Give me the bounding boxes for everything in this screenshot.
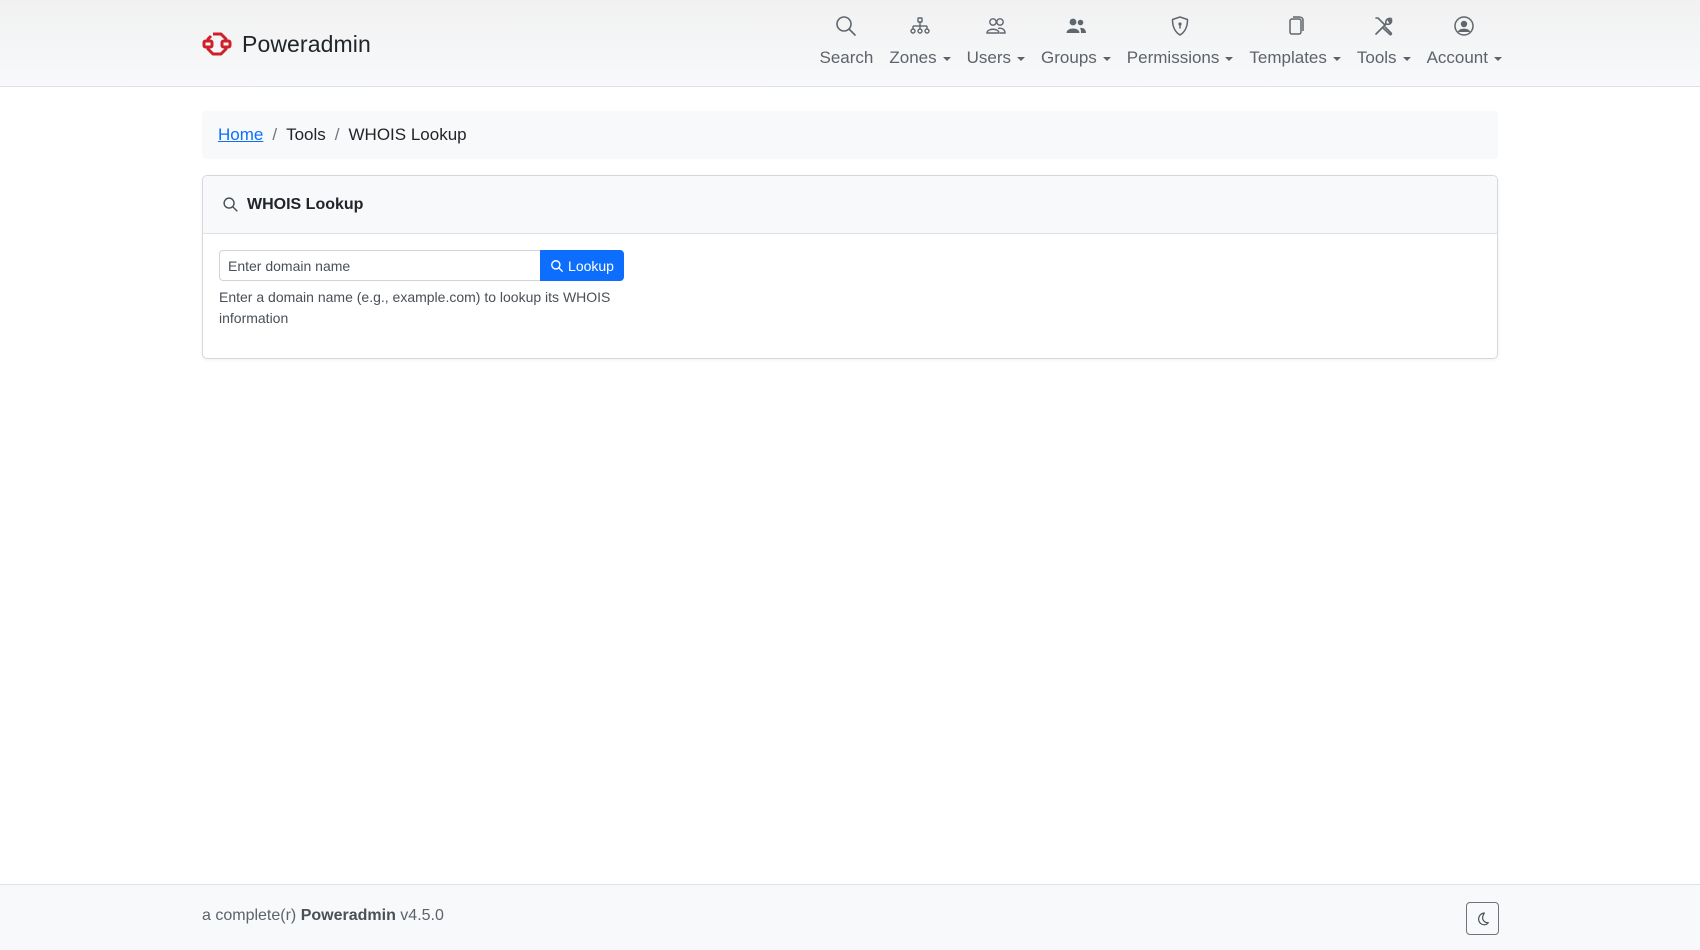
nav-search[interactable]: Search	[812, 14, 882, 68]
users-icon	[986, 18, 1006, 34]
caret-down-icon	[1225, 57, 1234, 61]
card-header: WHOIS Lookup	[203, 176, 1497, 234]
nav-users-label: Users	[966, 48, 1012, 67]
templates-icon	[1289, 16, 1304, 35]
footer-version: v4.5.0	[400, 907, 444, 924]
help-text: Enter a domain name (e.g., example.com) …	[219, 289, 611, 326]
footer-text: a complete(r) Poweradmin v4.5.0	[202, 907, 444, 925]
nav-search-label: Search	[819, 48, 874, 67]
brand-link[interactable]: Poweradmin	[202, 26, 371, 62]
search-icon	[551, 259, 563, 272]
nav-account[interactable]: Account	[1419, 14, 1510, 68]
lookup-button-label: Lookup	[568, 257, 614, 274]
footer: a complete(r) Poweradmin v4.5.0	[0, 884, 1700, 950]
theme-toggle-button[interactable]	[1466, 902, 1499, 935]
breadcrumb-separator: /	[334, 125, 340, 144]
nav-account-label: Account	[1426, 48, 1488, 67]
zones-icon	[910, 17, 930, 34]
breadcrumb: Home / Tools / WHOIS Lookup	[202, 111, 1498, 159]
tools-icon	[1374, 17, 1393, 36]
breadcrumb-current: WHOIS Lookup	[348, 125, 467, 144]
brand-name: Poweradmin	[242, 30, 371, 57]
footer-prefix: a complete(r)	[202, 907, 297, 924]
main-nav: Search Zones Users Groups Permissions Te…	[812, 14, 1510, 68]
nav-tools-label: Tools	[1356, 48, 1397, 67]
shield-icon	[1171, 16, 1189, 36]
top-navbar: Poweradmin Search Zones Users Groups Per…	[0, 0, 1700, 87]
search-icon	[836, 16, 857, 36]
nav-tools[interactable]: Tools	[1349, 14, 1419, 68]
caret-down-icon	[1102, 57, 1111, 61]
domain-name-input[interactable]	[219, 250, 540, 281]
lookup-input-group: Lookup	[219, 250, 624, 281]
nav-zones[interactable]: Zones	[881, 14, 958, 68]
search-icon	[223, 197, 238, 212]
account-icon	[1454, 16, 1475, 36]
nav-templates[interactable]: Templates	[1241, 14, 1348, 68]
groups-icon	[1066, 18, 1086, 33]
nav-groups[interactable]: Groups	[1033, 14, 1119, 68]
caret-down-icon	[1017, 57, 1026, 61]
nav-groups-label: Groups	[1041, 48, 1097, 67]
breadcrumb-tools: Tools	[286, 125, 326, 144]
caret-down-icon	[1494, 57, 1502, 61]
nav-zones-label: Zones	[889, 48, 937, 67]
card-body: Lookup Enter a domain name (e.g., exampl…	[203, 234, 1497, 345]
card-title: WHOIS Lookup	[247, 195, 364, 213]
breadcrumb-home-link[interactable]: Home	[218, 125, 263, 145]
poweradmin-logo-icon	[202, 32, 232, 56]
whois-card: WHOIS Lookup Lookup Enter a domain name …	[202, 175, 1498, 359]
moon-icon	[1477, 911, 1489, 925]
footer-app-name: Poweradmin	[300, 907, 396, 924]
nav-templates-label: Templates	[1249, 48, 1327, 67]
nav-permissions[interactable]: Permissions	[1119, 14, 1242, 68]
caret-down-icon	[942, 57, 951, 61]
lookup-button[interactable]: Lookup	[540, 250, 624, 281]
caret-down-icon	[1332, 57, 1341, 61]
nav-users[interactable]: Users	[959, 14, 1033, 68]
breadcrumb-separator: /	[272, 125, 278, 144]
caret-down-icon	[1402, 57, 1411, 61]
nav-permissions-label: Permissions	[1126, 48, 1220, 67]
